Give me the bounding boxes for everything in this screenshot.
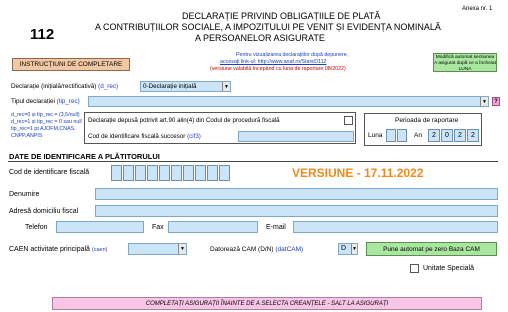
version-label: VERSIUNE - 17.11.2022 [292,166,424,180]
form-title-line1: DECLARAȚIE PRIVIND OBLIGAȚIILE DE PLATĂ [182,11,381,21]
year-digit-3[interactable]: 2 [454,129,466,142]
codes-note-3: tip_rec=1 pt AJOFM,CNAS, [11,126,76,132]
year-digit-1[interactable]: 2 [428,129,440,142]
special-unit-checkbox[interactable] [410,264,419,273]
payer-cif-digit-8[interactable] [195,165,206,181]
codes-note-2: d_rec=1 și tip_rec = 0 sau null [11,119,82,125]
payer-cif-digit-7[interactable] [183,165,194,181]
month-digit-1[interactable] [386,129,396,142]
tip-declaration-label: Tipul declarației (tip_rec) [11,98,80,105]
payer-cif-label: Cod de identificare fiscală [9,169,90,176]
codes-note-1: d_rec=0 și tip_rec = (3,5/null) [11,112,80,118]
insured-first-banner[interactable]: COMPLETAȚI ASIGURAȚII ÎNAINTE DE A SELEC… [52,297,482,310]
year-digit-2[interactable]: 0 [441,129,453,142]
payer-cif-digit-1[interactable] [111,165,122,181]
chevron-down-icon[interactable]: ▼ [351,244,357,254]
month-digit-2[interactable] [397,129,407,142]
cam-select[interactable]: D ▼ [338,243,358,255]
an-label: An [414,132,422,139]
payer-cif-digit-3[interactable] [135,165,146,181]
phone-input[interactable] [56,221,144,233]
payer-name-label: Denumire [9,191,40,198]
payer-cif-digit-5[interactable] [159,165,170,181]
instructions-button[interactable]: INSTRUCȚIUNI DE COMPLETARE [12,58,130,71]
art90-checkbox[interactable] [344,116,353,125]
fax-input[interactable] [168,221,258,233]
codes-note-4: CNPP,ANPIS [11,133,43,139]
declaration-type-label: Declarație (inițială/rectificativă) (d_r… [11,83,119,90]
payer-cif-digit-6[interactable] [171,165,182,181]
chevron-down-icon[interactable]: ▼ [178,244,186,254]
chevron-down-icon[interactable]: ▼ [222,82,230,91]
phone-label: Telefon [25,224,48,231]
payer-name-input[interactable] [95,188,498,200]
special-unit-label: Unitate Specială [423,265,474,272]
successor-cif-label: Cod de identificare fiscală succesor (ci… [88,133,201,140]
stared112-link[interactable]: accesați link-ul: http://www.anaf.ro/Sta… [220,59,326,65]
fax-label: Fax [152,224,164,231]
section-divider [8,161,498,162]
form-title-line3: A PERSOANELOR ASIGURATE [195,33,325,43]
version-validity-note: (versiune valabilă începând cu luna de r… [210,66,346,72]
form-number: 112 [30,26,55,43]
caen-label: CAEN activitate principală (caen) [9,246,108,253]
reporting-period-label: Perioada de raportare [395,117,459,124]
payer-address-input[interactable] [95,205,498,217]
zero-cam-base-button[interactable]: Pune automat pe zero Baza CAM [366,242,497,256]
payer-cif-digit-2[interactable] [123,165,134,181]
form-title-line2: A CONTRIBUȚIILOR SOCIALE, A IMPOZITULUI … [95,22,441,32]
year-digit-4[interactable]: 2 [467,129,479,142]
art90-label: Declarație depusă potrivit art.90 alin(4… [88,117,280,124]
email-label: E-mail [266,224,286,231]
annex-label: Anexa nr. 1 [462,6,493,12]
payer-cif-digit-9[interactable] [207,165,218,181]
payer-cif-digit-4[interactable] [147,165,158,181]
successor-cif-input[interactable] [238,131,354,142]
info-line1: Pentru vizualizarea declarațiilor după d… [236,52,349,58]
payer-section-title: DATE DE IDENTIFICARE A PLĂTITORULUI [9,152,160,161]
tip-declaration-select[interactable]: ▼ [88,96,489,107]
declaration-type-select[interactable]: 0-Declarație inițială ▼ [140,81,231,92]
help-icon[interactable]: ? [492,97,500,106]
payer-address-label: Adresă domiciliu fiscal [9,208,79,215]
caen-select[interactable]: ▼ [128,243,187,255]
email-input[interactable] [293,221,498,233]
chevron-down-icon[interactable]: ▼ [480,97,488,106]
luna-label: Luna [368,132,383,139]
auto-modify-notice: Modifică automat sectiunea A asigurat du… [433,53,497,72]
payer-cif-digit-10[interactable] [219,165,230,181]
cam-label: Datorează CAM (D/N) (datCAM) [210,246,304,253]
